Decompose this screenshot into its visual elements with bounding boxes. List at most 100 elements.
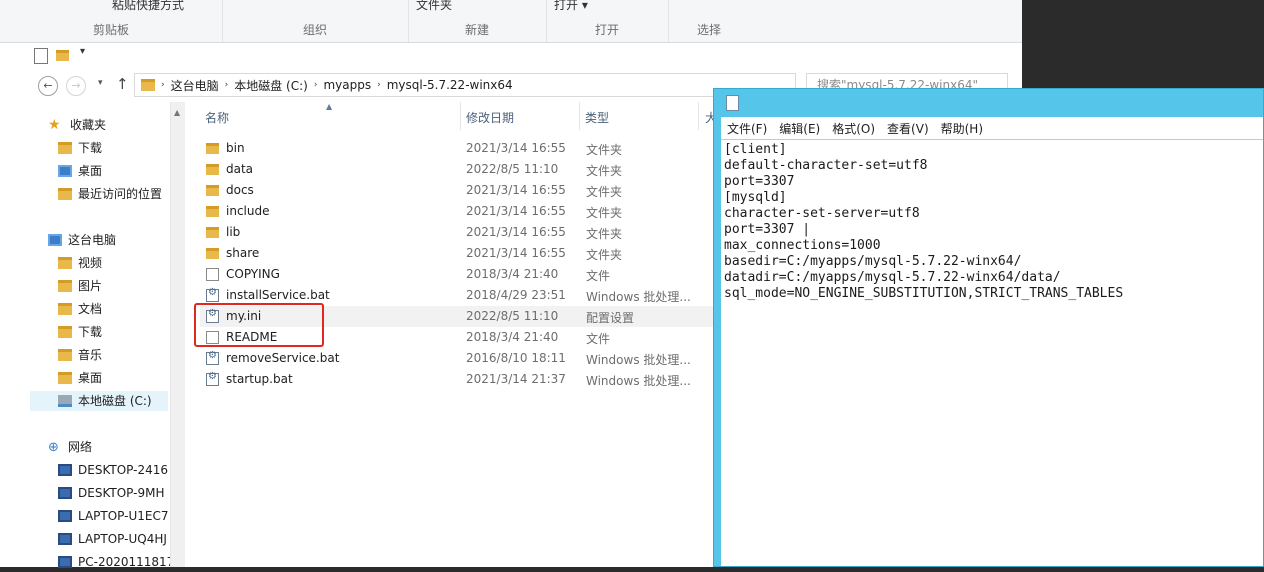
breadcrumb-drive-c[interactable]: 本地磁盘 (C:) <box>230 77 312 94</box>
sidebar-item-network-pc[interactable]: LAPTOP-UQ4HJ <box>58 529 167 549</box>
computer-icon <box>48 234 62 246</box>
breadcrumb-separator-icon[interactable]: › <box>159 80 167 90</box>
menu-edit[interactable]: 编辑(E) <box>773 120 826 137</box>
file-name: docs <box>226 183 254 197</box>
file-type: 配置设置 <box>586 311 635 325</box>
ribbon-group-new: 文件夹 新建 <box>408 0 547 42</box>
sidebar-item-drive-c[interactable]: 本地磁盘 (C:) <box>30 391 168 411</box>
batch-file-icon <box>206 371 219 386</box>
sidebar-item-pictures[interactable]: 图片 <box>58 276 102 296</box>
open-button[interactable]: 打开 ▾ <box>554 0 588 13</box>
ribbon-group-select: 选择 <box>668 0 750 42</box>
file-name: startup.bat <box>226 372 293 386</box>
menu-file[interactable]: 文件(F) <box>721 120 773 137</box>
properties-icon[interactable] <box>34 48 48 64</box>
file-type: 文件夹 <box>586 164 623 178</box>
notepad-window: 文件(F) 编辑(E) 格式(O) 查看(V) 帮助(H) [client] d… <box>713 88 1264 567</box>
folder-icon <box>141 79 155 91</box>
sidebar-item-label: 音乐 <box>78 348 103 362</box>
sidebar-item-downloads[interactable]: 下载 <box>58 138 102 158</box>
column-header-type[interactable]: 类型 <box>585 108 609 128</box>
documents-folder-icon <box>58 303 72 315</box>
sidebar-item-documents[interactable]: 文档 <box>58 299 102 319</box>
file-row[interactable]: removeService.bat 2016/8/10 18:11 Window… <box>200 348 720 369</box>
computer-icon <box>58 556 72 568</box>
sidebar-scrollbar[interactable]: ▲ <box>170 102 185 567</box>
sidebar-item-videos[interactable]: 视频 <box>58 253 102 273</box>
sidebar-item-network-pc[interactable]: DESKTOP-9MH <box>58 483 164 503</box>
sidebar-item-desktop-pc[interactable]: 桌面 <box>58 368 102 388</box>
sidebar-item-desktop[interactable]: 桌面 <box>58 161 102 181</box>
menu-view[interactable]: 查看(V) <box>881 120 935 137</box>
file-type: 文件夹 <box>586 206 623 220</box>
menu-help[interactable]: 帮助(H) <box>935 120 989 137</box>
file-row[interactable]: include 2021/3/14 16:55 文件夹 <box>200 201 720 222</box>
file-row[interactable]: share 2021/3/14 16:55 文件夹 <box>200 243 720 264</box>
sidebar-item-label: 文档 <box>78 302 103 316</box>
file-row[interactable]: COPYING 2018/3/4 21:40 文件 <box>200 264 720 285</box>
file-type: Windows 批处理... <box>586 374 691 388</box>
file-row[interactable]: startup.bat 2021/3/14 21:37 Windows 批处理.… <box>200 369 720 390</box>
notepad-app-icon[interactable] <box>726 95 739 111</box>
back-button[interactable]: ← <box>38 76 58 96</box>
file-date: 2021/3/14 16:55 <box>466 141 566 155</box>
column-header-name[interactable]: 名称 <box>205 108 229 128</box>
notepad-text-area[interactable]: [client] default-character-set=utf8 port… <box>721 139 1263 566</box>
file-type: 文件夹 <box>586 185 623 199</box>
new-folder-button[interactable]: 文件夹 <box>416 0 452 13</box>
recent-places-icon <box>58 188 72 200</box>
sidebar-item-network-pc[interactable]: PC-2020111817 <box>58 552 174 572</box>
scroll-up-icon[interactable]: ▲ <box>174 108 180 117</box>
ribbon-group-label: 新建 <box>464 23 489 37</box>
column-header-date[interactable]: 修改日期 <box>466 108 514 128</box>
up-button[interactable]: ↑ <box>116 75 129 93</box>
breadcrumb-thispc[interactable]: 这台电脑 <box>167 77 223 94</box>
computer-icon <box>58 464 72 476</box>
column-divider[interactable] <box>460 102 461 130</box>
recent-locations-icon[interactable]: ▾ <box>98 78 103 88</box>
file-type: Windows 批处理... <box>586 353 691 367</box>
computer-icon <box>58 487 72 499</box>
address-bar[interactable]: › 这台电脑 › 本地磁盘 (C:) › myapps › mysql-5.7.… <box>134 73 796 97</box>
sidebar-item-downloads-pc[interactable]: 下载 <box>58 322 102 342</box>
file-date: 2021/3/14 21:37 <box>466 372 566 386</box>
breadcrumb-separator-icon[interactable]: › <box>223 80 231 90</box>
sidebar-item-recent[interactable]: 最近访问的位置 <box>58 184 162 204</box>
sidebar-item-network-pc[interactable]: LAPTOP-U1EC7 <box>58 506 169 526</box>
sidebar-item-label: 桌面 <box>78 164 103 178</box>
breadcrumb-separator-icon[interactable]: › <box>312 80 320 90</box>
forward-button[interactable]: → <box>66 76 86 96</box>
file-type: 文件 <box>586 332 611 346</box>
sidebar-item-label: 图片 <box>78 279 103 293</box>
breadcrumb-myapps[interactable]: myapps <box>319 78 375 92</box>
sidebar-item-music[interactable]: 音乐 <box>58 345 102 365</box>
sidebar-item-label: 网络 <box>68 440 93 454</box>
ribbon-group-label: 组织 <box>302 23 327 37</box>
drive-icon <box>58 395 72 407</box>
column-divider[interactable] <box>698 102 699 130</box>
breadcrumb-mysql[interactable]: mysql-5.7.22-winx64 <box>383 78 517 92</box>
network-icon: ⊕ <box>48 439 59 455</box>
computer-icon <box>58 533 72 545</box>
breadcrumb-separator-icon[interactable]: › <box>375 80 383 90</box>
menu-format[interactable]: 格式(O) <box>826 120 881 137</box>
file-row[interactable]: data 2022/8/5 11:10 文件夹 <box>200 159 720 180</box>
paste-shortcut-button[interactable]: 粘贴快捷方式 <box>112 0 184 13</box>
file-row[interactable]: docs 2021/3/14 16:55 文件夹 <box>200 180 720 201</box>
file-name: data <box>226 162 254 176</box>
folder-icon <box>206 227 219 238</box>
column-divider[interactable] <box>579 102 580 130</box>
file-date: 2016/8/10 18:11 <box>466 351 566 365</box>
sidebar-favorites[interactable]: ★ 收藏夹 <box>48 115 106 135</box>
sort-indicator-icon: ▲ <box>326 102 333 111</box>
customize-toolbar-icon[interactable]: ▾ <box>80 46 85 57</box>
new-folder-icon[interactable] <box>56 50 69 61</box>
sidebar-item-network-pc[interactable]: DESKTOP-2416 <box>58 460 168 480</box>
file-row[interactable]: bin 2021/3/14 16:55 文件夹 <box>200 138 720 159</box>
open-label: 打开 <box>554 0 579 12</box>
notepad-title-bar[interactable] <box>714 89 1263 117</box>
file-row[interactable]: lib 2021/3/14 16:55 文件夹 <box>200 222 720 243</box>
sidebar-network[interactable]: ⊕ 网络 <box>48 437 92 457</box>
sidebar-thispc[interactable]: 这台电脑 <box>48 230 116 250</box>
file-date: 2022/8/5 11:10 <box>466 162 559 176</box>
